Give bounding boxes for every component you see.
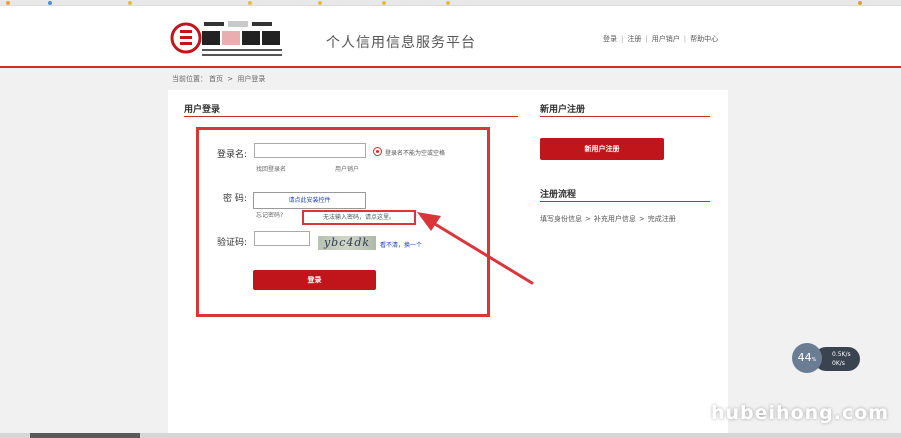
register-section-title: 新用户注册 xyxy=(540,105,586,115)
memory-usage-value: 44 xyxy=(797,351,812,364)
username-input[interactable] xyxy=(254,143,366,158)
forgot-username-link[interactable]: 找回登录名 xyxy=(256,164,286,173)
login-section-title: 用户登录 xyxy=(184,105,221,115)
flow-separator: > xyxy=(638,215,645,223)
captcha-image[interactable]: ybc4dk xyxy=(318,236,376,250)
login-submit-button[interactable]: 登录 xyxy=(253,270,376,290)
flow-step-1: 填写身份信息 xyxy=(540,215,582,223)
username-hint-icon xyxy=(373,147,382,156)
breadcrumb-separator: > xyxy=(227,75,234,83)
tab-favicon-icon[interactable] xyxy=(318,1,322,5)
tab-favicon-icon[interactable] xyxy=(858,1,862,5)
register-section-divider xyxy=(540,116,710,117)
breadcrumb-home[interactable]: 首页 xyxy=(209,75,223,83)
upload-speed: 0.5K/s xyxy=(832,351,851,358)
password-help-note[interactable]: 无法输入密码，请点这里。 xyxy=(302,210,416,225)
tab-favicon-icon[interactable] xyxy=(248,1,252,5)
network-speed-widget[interactable]: 0.5K/s 0K/s 44% xyxy=(792,343,862,373)
memory-usage-unit: % xyxy=(811,357,817,363)
site-header: 个人信用信息服务平台 登录 | 注册 | 用户销户 | 帮助中心 xyxy=(0,6,901,68)
captcha-label: 验证码: xyxy=(217,238,248,248)
tab-favicon-icon[interactable] xyxy=(48,1,52,5)
tab-favicon-icon[interactable] xyxy=(6,1,10,5)
flow-separator: > xyxy=(585,215,591,223)
register-flow-steps: 填写身份信息 > 补充用户信息 > 完成注册 xyxy=(540,214,676,224)
breadcrumb-prefix: 当前位置： xyxy=(172,75,207,83)
top-link-login[interactable]: 登录 xyxy=(603,35,617,43)
top-link-cancel-account[interactable]: 用户销户 xyxy=(652,35,680,43)
tab-favicon-icon[interactable] xyxy=(128,1,132,5)
top-link-register[interactable]: 注册 xyxy=(627,35,641,43)
top-nav-links: 登录 | 注册 | 用户销户 | 帮助中心 xyxy=(603,35,719,43)
cancel-account-link[interactable]: 用户销户 xyxy=(335,164,359,173)
captcha-input[interactable] xyxy=(254,231,310,246)
breadcrumb-current: 用户登录 xyxy=(237,75,266,83)
username-hint: 登录名不能为空或空格 xyxy=(385,150,446,157)
tab-favicon-icon[interactable] xyxy=(382,1,386,5)
credit-center-logo[interactable] xyxy=(170,16,292,60)
forgot-password-link[interactable]: 忘记密码? xyxy=(256,210,283,219)
bottom-scrollbar[interactable] xyxy=(0,433,901,438)
scrollbar-thumb[interactable] xyxy=(30,433,140,438)
main-content: 用户登录 登录名: 登录名不能为空或空格 找回登录名 用户销户 密 码: 忘记密… xyxy=(168,90,728,438)
login-section-divider xyxy=(184,116,518,117)
flow-step-3: 完成注册 xyxy=(647,215,676,223)
memory-usage-gauge: 44% xyxy=(792,343,822,373)
flow-step-2: 补充用户信息 xyxy=(593,215,636,223)
tab-favicon-icon[interactable] xyxy=(446,1,450,5)
platform-title: 个人信用信息服务平台 xyxy=(326,35,476,51)
register-flow-title: 注册流程 xyxy=(540,190,577,200)
download-speed: 0K/s xyxy=(832,360,845,367)
username-label: 登录名: xyxy=(217,150,248,160)
captcha-refresh-link[interactable]: 看不清，换一个 xyxy=(380,240,422,249)
new-user-register-button[interactable]: 新用户注册 xyxy=(540,138,664,160)
site-watermark: hubeihong.com xyxy=(711,402,890,424)
password-label: 密 码: xyxy=(223,194,247,204)
register-flow-divider xyxy=(540,201,710,202)
top-link-help-center[interactable]: 帮助中心 xyxy=(690,35,718,43)
password-install-control[interactable]: 请点此安装控件 xyxy=(253,192,366,209)
breadcrumb: 当前位置： 首页 > 用户登录 xyxy=(172,74,267,84)
